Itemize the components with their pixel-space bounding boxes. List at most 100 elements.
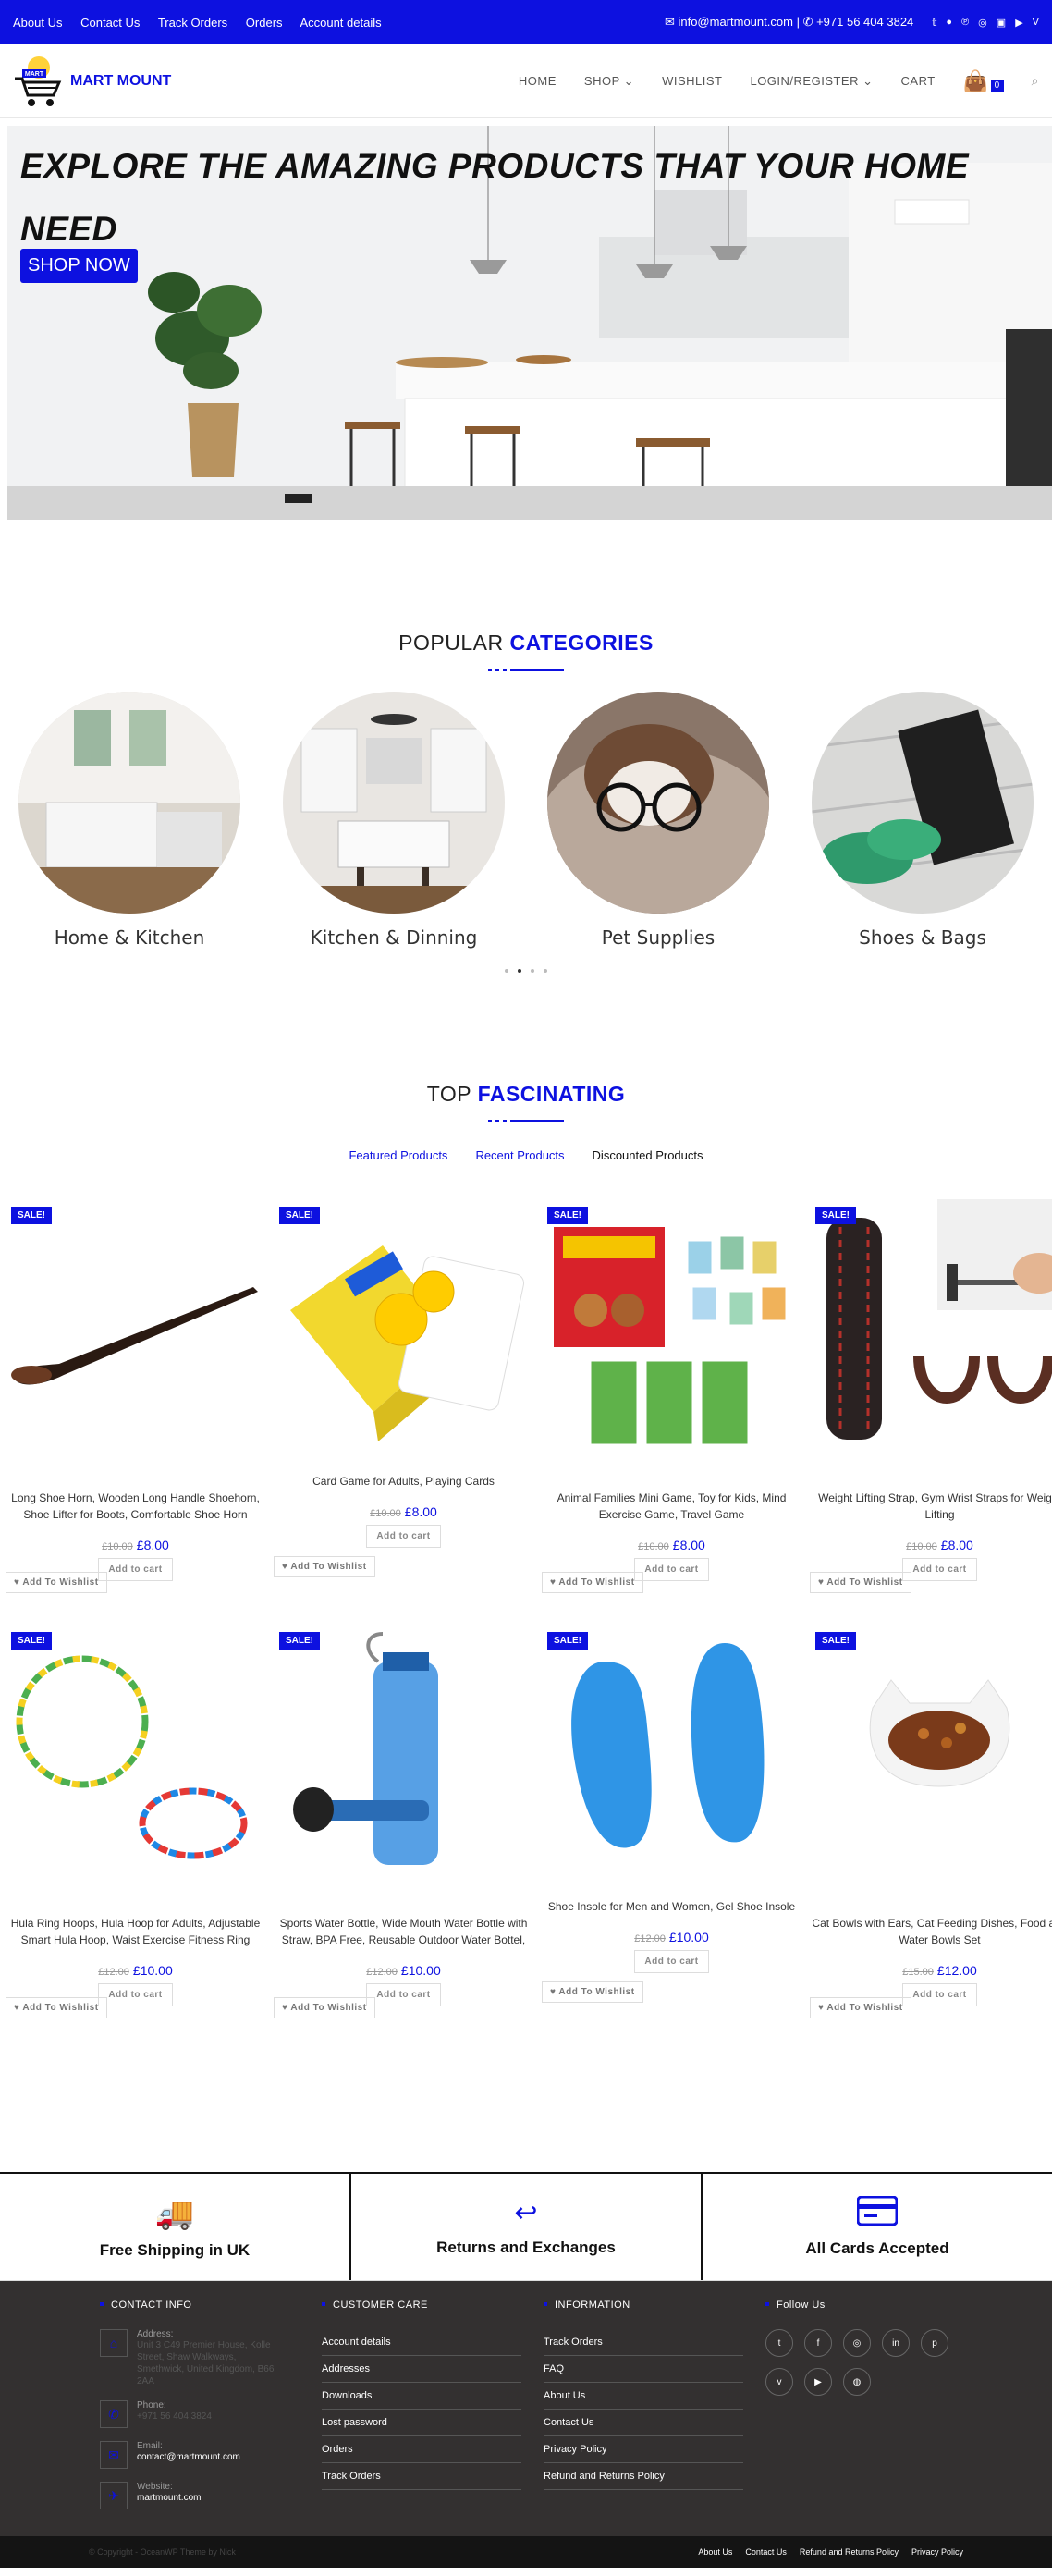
- nav-wishlist[interactable]: WISHLIST: [662, 74, 722, 88]
- footer-link[interactable]: Track Orders: [322, 2463, 521, 2490]
- footer-link[interactable]: Downloads: [322, 2383, 521, 2410]
- carousel-dot-active[interactable]: [518, 969, 521, 973]
- top-link-about[interactable]: About Us: [13, 16, 62, 30]
- category-image: [283, 692, 505, 914]
- product-title[interactable]: Long Shoe Horn, Wooden Long Handle Shoeh…: [4, 1490, 267, 1523]
- add-to-wishlist-button[interactable]: ♥ Add To Wishlist: [810, 1572, 911, 1593]
- category-card[interactable]: Kitchen & Dinning: [281, 692, 507, 949]
- add-to-wishlist-button[interactable]: ♥ Add To Wishlist: [542, 1572, 643, 1593]
- add-to-wishlist-button[interactable]: ♥ Add To Wishlist: [274, 1997, 375, 2018]
- vimeo-icon[interactable]: V: [1033, 17, 1039, 29]
- tab-featured[interactable]: Featured Products: [349, 1148, 447, 1162]
- top-phone[interactable]: +971 56 404 3824: [816, 15, 913, 29]
- footer-link[interactable]: About Us: [544, 2383, 743, 2410]
- vimeo-icon[interactable]: v: [765, 2368, 793, 2396]
- product-title[interactable]: Animal Families Mini Game, Toy for Kids,…: [540, 1490, 803, 1523]
- add-to-wishlist-button[interactable]: ♥ Add To Wishlist: [542, 1981, 643, 2003]
- nav-login[interactable]: LOGIN/REGISTER ⌄: [750, 74, 873, 89]
- twitter-icon[interactable]: 𝕥: [932, 17, 936, 29]
- add-to-cart-button[interactable]: Add to cart: [902, 1983, 977, 2006]
- twitter-icon[interactable]: t: [765, 2329, 793, 2357]
- nav-cart[interactable]: CART: [901, 74, 936, 88]
- shop-now-button[interactable]: SHOP NOW: [20, 249, 138, 283]
- category-card[interactable]: Shoes & Bags: [810, 692, 1035, 949]
- nav-shop[interactable]: SHOP ⌄: [584, 74, 634, 89]
- footer-link[interactable]: Account details: [322, 2329, 521, 2356]
- dribbble-icon[interactable]: ◍: [843, 2368, 871, 2396]
- add-to-cart-button[interactable]: Add to cart: [98, 1558, 173, 1581]
- add-to-cart-button[interactable]: Add to cart: [634, 1950, 709, 1973]
- add-to-cart-button[interactable]: Add to cart: [634, 1558, 709, 1581]
- product-image[interactable]: SALE!: [540, 1625, 803, 1885]
- footer-link[interactable]: Orders: [322, 2436, 521, 2463]
- add-to-wishlist-button[interactable]: ♥ Add To Wishlist: [810, 1997, 911, 2018]
- category-card[interactable]: Pet Supplies: [545, 692, 771, 949]
- top-email[interactable]: info@martmount.com: [678, 15, 792, 29]
- product-title[interactable]: Hula Ring Hoops, Hula Hoop for Adults, A…: [4, 1915, 267, 1948]
- carousel-dot[interactable]: [544, 969, 547, 973]
- phone-text[interactable]: +971 56 404 3824: [137, 2410, 212, 2423]
- pinterest-icon[interactable]: ℗: [961, 17, 969, 29]
- email-link[interactable]: contact@martmount.com: [137, 2451, 240, 2463]
- footer-link[interactable]: Track Orders: [544, 2329, 743, 2356]
- add-to-wishlist-button[interactable]: ♥ Add To Wishlist: [274, 1556, 375, 1577]
- add-to-wishlist-button[interactable]: ♥ Add To Wishlist: [6, 1997, 107, 2018]
- footer-link[interactable]: Privacy Policy: [544, 2436, 743, 2463]
- carousel-dot[interactable]: [505, 969, 508, 973]
- add-to-cart-button[interactable]: Add to cart: [366, 1983, 441, 2006]
- product-image[interactable]: SALE!: [808, 1625, 1052, 1902]
- top-link-track-orders[interactable]: Track Orders: [158, 16, 227, 30]
- top-link-account[interactable]: Account details: [300, 16, 381, 30]
- youtube-icon[interactable]: ▶: [804, 2368, 832, 2396]
- top-link-orders[interactable]: Orders: [246, 16, 283, 30]
- linkedin-icon[interactable]: in: [882, 2329, 910, 2357]
- instagram-icon[interactable]: ◎: [978, 17, 987, 29]
- nav-home[interactable]: HOME: [519, 74, 557, 88]
- footer-link[interactable]: Addresses: [322, 2356, 521, 2383]
- footer-link[interactable]: Refund and Returns Policy: [544, 2463, 743, 2490]
- instagram-icon[interactable]: ◎: [843, 2329, 871, 2357]
- product-image[interactable]: SALE!: [4, 1625, 267, 1902]
- add-to-cart-button[interactable]: Add to cart: [902, 1558, 977, 1581]
- footer-link[interactable]: FAQ: [544, 2356, 743, 2383]
- product-title[interactable]: Cat Bowls with Ears, Cat Feeding Dishes,…: [808, 1915, 1052, 1948]
- product-price: £10.00 £8.00: [102, 1538, 169, 1552]
- pinterest-icon[interactable]: p: [921, 2329, 948, 2357]
- youtube-icon[interactable]: ▶: [1015, 17, 1022, 29]
- bottom-link[interactable]: Refund and Returns Policy: [800, 2547, 899, 2557]
- bottom-link[interactable]: About Us: [698, 2547, 732, 2557]
- product-image[interactable]: SALE!: [272, 1199, 535, 1460]
- website-link[interactable]: martmount.com: [137, 2492, 201, 2504]
- product-title[interactable]: Weight Lifting Strap, Gym Wrist Straps f…: [808, 1490, 1052, 1523]
- product-title[interactable]: Card Game for Adults, Playing Cards: [272, 1473, 535, 1490]
- bottom-link[interactable]: Contact Us: [745, 2547, 787, 2557]
- heart-icon: ♥: [818, 1577, 827, 1588]
- sale-badge: SALE!: [815, 1207, 856, 1224]
- product-image[interactable]: SALE!: [272, 1625, 535, 1902]
- footer-link[interactable]: Contact Us: [544, 2410, 743, 2436]
- cart-icon-button[interactable]: 👜 0: [963, 69, 1004, 93]
- product-title[interactable]: Shoe Insole for Men and Women, Gel Shoe …: [540, 1898, 803, 1915]
- category-card[interactable]: Home & Kitchen: [17, 692, 242, 949]
- product-image[interactable]: SALE!: [4, 1199, 267, 1477]
- product-image[interactable]: SALE!: [808, 1199, 1052, 1477]
- add-to-cart-button[interactable]: Add to cart: [98, 1983, 173, 2006]
- cart-count-badge: 0: [990, 79, 1004, 92]
- facebook-icon[interactable]: ●: [946, 17, 952, 29]
- footer-link[interactable]: Lost password: [322, 2410, 521, 2436]
- product-image[interactable]: SALE!: [540, 1199, 803, 1477]
- carousel-dot[interactable]: [531, 969, 534, 973]
- tab-recent[interactable]: Recent Products: [475, 1148, 564, 1162]
- top-link-contact[interactable]: Contact Us: [80, 16, 140, 30]
- tab-discounted[interactable]: Discounted Products: [593, 1148, 703, 1162]
- linkedin-icon[interactable]: ▣: [997, 17, 1006, 29]
- facebook-icon[interactable]: f: [804, 2329, 832, 2357]
- add-to-cart-button[interactable]: Add to cart: [366, 1525, 441, 1548]
- add-to-wishlist-button[interactable]: ♥ Add To Wishlist: [6, 1572, 107, 1593]
- product-title[interactable]: Sports Water Bottle, Wide Mouth Water Bo…: [272, 1915, 535, 1948]
- site-logo[interactable]: MART MART MOUNT: [13, 51, 171, 112]
- category-label: Home & Kitchen: [54, 926, 205, 949]
- site-header: MART MART MOUNT HOME SHOP ⌄ WISHLIST LOG…: [0, 44, 1052, 118]
- bottom-link[interactable]: Privacy Policy: [911, 2547, 963, 2557]
- search-icon[interactable]: ⌕: [1032, 73, 1039, 89]
